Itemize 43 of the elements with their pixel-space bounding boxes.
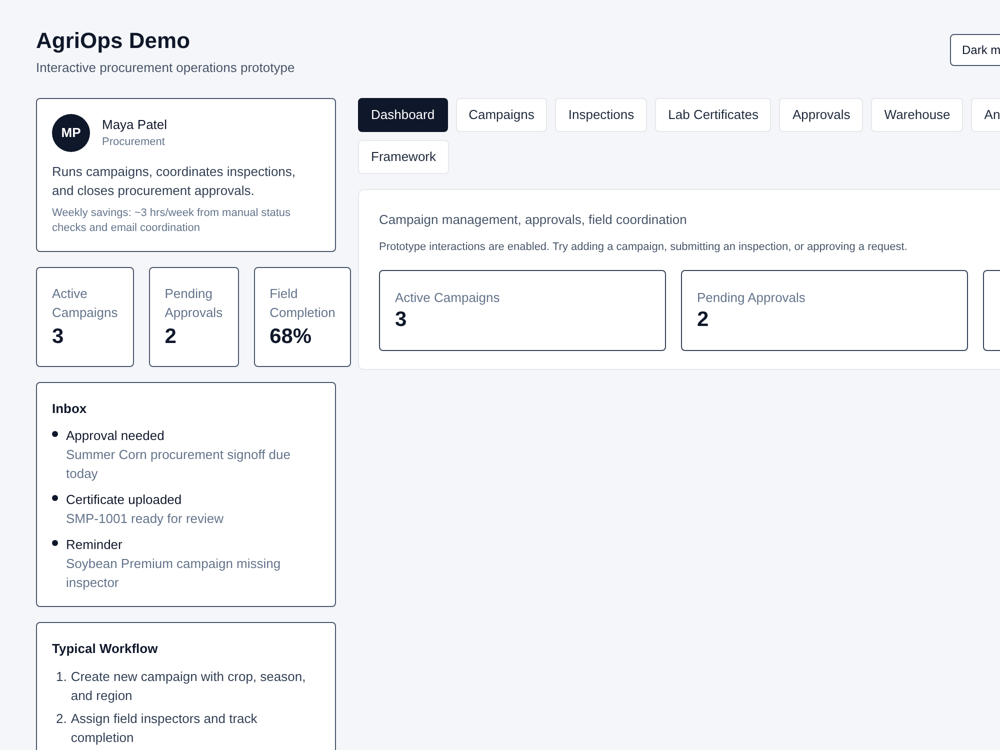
step-number: 1.: [56, 668, 67, 686]
inbox-item-detail: Summer Corn procurement signoff due today: [66, 446, 292, 483]
tab[interactable]: Approvals: [779, 98, 864, 132]
inbox-item-title: Reminder: [66, 536, 124, 554]
step-text: Assign field inspectors and track completion: [70, 710, 258, 746]
stat-label: Field Completion: [270, 284, 336, 322]
tab[interactable]: An: [971, 98, 1000, 132]
app-title: AgriOps Demo: [36, 28, 192, 54]
tab[interactable]: Lab Certificates: [655, 98, 772, 132]
step-number: 2.: [56, 710, 67, 728]
stat-label: Active Campaigns: [52, 284, 118, 322]
app-subtitle: Interactive procurement operations prototype: [36, 59, 295, 77]
inbox-item-detail: Soybean Premium campaign missing inspector: [66, 555, 282, 592]
bullet-icon: [52, 431, 58, 437]
stat-label: Pending Approvals: [164, 284, 223, 322]
stat-value: 3: [52, 324, 65, 350]
stat-value: 2: [697, 307, 710, 333]
dark-mode-button[interactable]: Dark m: [950, 34, 1000, 66]
overview-heading: Campaign management, approvals, field coordination: [379, 210, 688, 229]
stat-label: Pending Approvals: [697, 288, 806, 307]
tab[interactable]: Inspections: [555, 98, 648, 132]
overview-note: Prototype interactions are enabled. Try adding a campaign, submitting an inspection, or approving a request.: [379, 240, 908, 255]
step-text: Create new campaign with crop, season, and region: [70, 668, 307, 704]
workflow-heading: Typical Workflow: [52, 640, 159, 658]
avatar: MP: [52, 114, 90, 152]
inbox-heading: Inbox: [52, 400, 88, 418]
user-name: Maya Patel: [102, 116, 168, 134]
tab[interactable]: Framework: [358, 140, 450, 174]
stat-label: Active Campaigns: [395, 288, 501, 307]
inbox-item-title: Certificate uploaded: [66, 491, 183, 509]
profile-description: Runs campaigns, coordinates inspections, and closes procurement approvals.: [52, 162, 297, 200]
bullet-icon: [52, 495, 58, 501]
tab[interactable]: Dashboard: [358, 98, 448, 132]
savings-note: Weekly savings: ~3 hrs/week from manual status checks and email coordination: [52, 206, 292, 236]
user-role: Procurement: [102, 135, 166, 150]
inbox-item-detail: SMP-1001 ready for review: [66, 510, 224, 528]
stat-value: 3: [395, 307, 408, 333]
bullet-icon: [52, 540, 58, 546]
stat-value: 2: [164, 324, 178, 350]
tab[interactable]: Warehouse: [871, 98, 964, 132]
stat-value: 68%: [270, 324, 313, 350]
tab[interactable]: Campaigns: [456, 98, 548, 132]
inbox-item-title: Approval needed: [66, 427, 166, 445]
